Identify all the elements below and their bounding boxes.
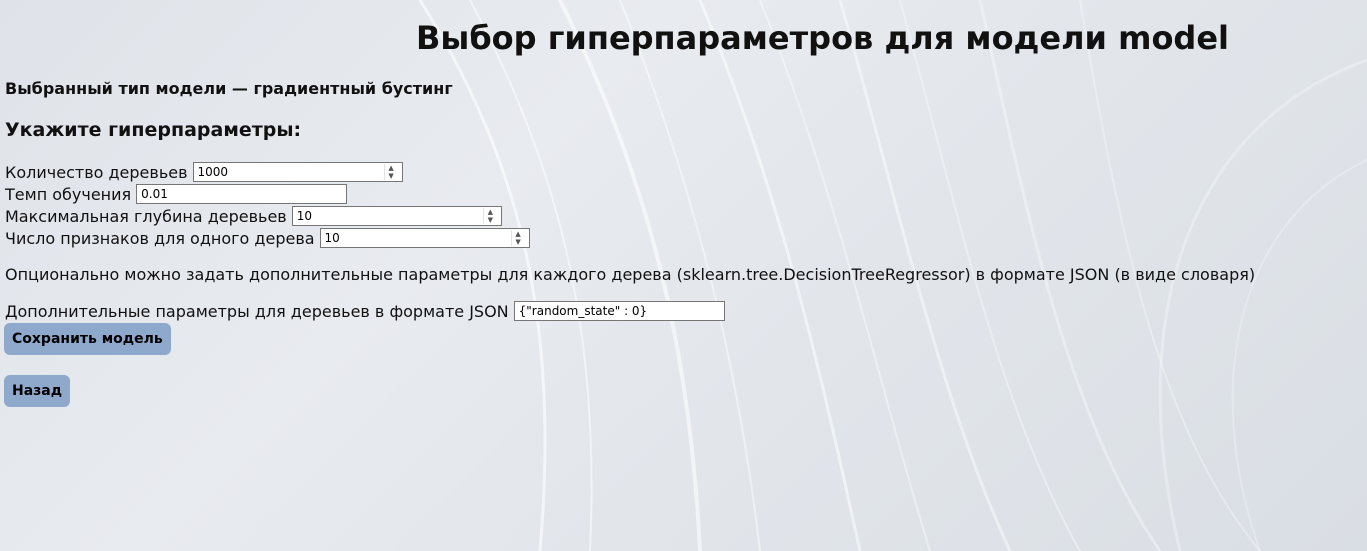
spinner-arrows-icon[interactable]: ▲ ▼ bbox=[383, 164, 398, 180]
page-title: Выбор гиперпараметров для модели model bbox=[415, 19, 1229, 57]
field-row-max-depth: Максимальная глубина деревьев ▲▼ bbox=[5, 205, 502, 227]
learning-rate-label: Темп обучения bbox=[5, 184, 132, 204]
json-hint-text: Опционально можно задать дополнительные … bbox=[5, 265, 1256, 284]
json-params-input-box[interactable] bbox=[513, 301, 725, 321]
spinner-arrows-icon[interactable]: ▲ ▼ bbox=[482, 208, 497, 224]
max-depth-input-box[interactable]: ▲▼ bbox=[291, 206, 502, 226]
max-depth-input[interactable] bbox=[296, 209, 481, 223]
learning-rate-input-box[interactable] bbox=[136, 184, 348, 204]
back-button[interactable]: Назад bbox=[4, 375, 71, 407]
max-features-label: Число признаков для одного дерева bbox=[5, 228, 315, 248]
json-params-label: Дополнительные параметры для деревьев в … bbox=[5, 301, 509, 321]
field-row-json-params: Дополнительные параметры для деревьев в … bbox=[5, 300, 725, 322]
n-estimators-input-box[interactable]: ▲▼ bbox=[192, 162, 403, 182]
n-estimators-label: Количество деревьев bbox=[5, 162, 188, 182]
hyperparameters-heading: Укажите гиперпараметры: bbox=[5, 119, 302, 141]
model-type-text: Выбранный тип модели — градиентный бусти… bbox=[5, 79, 453, 98]
page-content: Выбор гиперпараметров для модели model В… bbox=[0, 0, 1367, 551]
field-row-max-features: Число признаков для одного дерева ▲▼ bbox=[5, 227, 530, 249]
json-params-input[interactable] bbox=[518, 304, 720, 318]
max-features-input[interactable] bbox=[324, 231, 509, 245]
spinner-arrows-icon[interactable]: ▲ ▼ bbox=[510, 230, 525, 246]
learning-rate-input[interactable] bbox=[141, 187, 343, 201]
max-features-input-box[interactable]: ▲▼ bbox=[319, 228, 530, 248]
max-depth-label: Максимальная глубина деревьев bbox=[5, 206, 287, 226]
field-row-learning-rate: Темп обучения bbox=[5, 183, 348, 205]
n-estimators-input[interactable] bbox=[197, 165, 382, 179]
save-model-button[interactable]: Сохранить модель bbox=[4, 323, 171, 355]
field-row-n-estimators: Количество деревьев ▲▼ bbox=[5, 161, 403, 183]
